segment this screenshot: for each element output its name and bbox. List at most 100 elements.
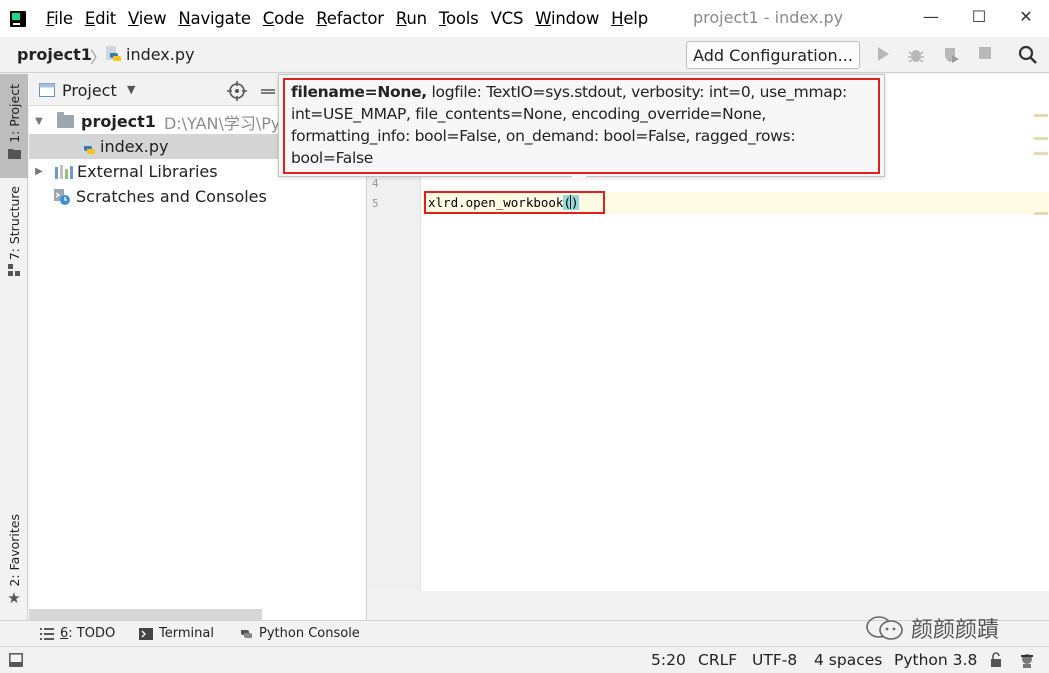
parameter-info-text: filename=None, logfile: TextIO=sys.stdou… <box>291 81 881 169</box>
pycharm-logo-icon <box>10 10 26 27</box>
tree-root-path: D:\YAN\学习\Pyt <box>163 113 287 133</box>
close-button[interactable]: ✕ <box>1003 0 1049 32</box>
code-highlight-box <box>424 191 605 214</box>
error-stripe-marker[interactable] <box>1034 152 1048 155</box>
menu-code[interactable]: Code <box>257 9 310 28</box>
wechat-watermark: 颜颜颜蹟 <box>865 612 999 644</box>
python-interpreter[interactable]: Python 3.8 <box>894 651 977 669</box>
star-icon: ★ <box>7 588 21 607</box>
menu-mnemonic: N <box>178 9 191 28</box>
horizontal-scrollbar[interactable] <box>29 609 262 620</box>
tree-external-label: External Libraries <box>77 162 218 181</box>
breadcrumb-separator-icon: 〉 <box>90 48 107 67</box>
file-encoding[interactable]: UTF-8 <box>752 651 797 669</box>
folder-icon <box>7 148 21 159</box>
line-number: 5 <box>372 197 379 210</box>
terminal-tab-label: Terminal <box>159 626 214 641</box>
menu-window[interactable]: Window <box>529 9 605 28</box>
python-icon <box>241 629 252 638</box>
error-stripe-marker[interactable] <box>1034 137 1048 140</box>
menu-navigate[interactable]: Navigate <box>172 9 256 28</box>
menu-refactor[interactable]: Refactor <box>310 9 390 28</box>
lock-icon[interactable] <box>988 652 1004 668</box>
menu-mnemonic: R <box>316 9 327 28</box>
current-parameter: filename=None, <box>291 83 427 101</box>
tree-file-name: index.py <box>100 137 169 156</box>
navigation-bar: project1 〉 index.py Add Configuration... <box>0 37 1049 73</box>
menu-view[interactable]: View <box>122 9 172 28</box>
project-tool-tab[interactable]: 1: Project <box>0 74 28 178</box>
error-stripe-marker[interactable] <box>1034 212 1048 215</box>
list-icon <box>40 627 54 640</box>
search-icon[interactable] <box>1018 45 1038 65</box>
menu-label: efactor <box>326 9 384 28</box>
breadcrumb-file[interactable]: index.py <box>126 45 194 64</box>
maximize-button[interactable]: ☐ <box>956 0 1002 32</box>
coverage-icon[interactable] <box>942 46 960 64</box>
project-tool-tab-label: 1: Project <box>6 84 22 143</box>
menu-label: indow <box>551 9 600 28</box>
structure-icon <box>8 264 20 277</box>
structure-tool-tab-label: 7: Structure <box>6 186 22 261</box>
terminal-tab[interactable]: Terminal <box>139 626 214 641</box>
menu-edit[interactable]: Edit <box>79 9 122 28</box>
inspector-icon[interactable] <box>1018 651 1036 669</box>
python-console-tab[interactable]: Python Console <box>239 626 360 641</box>
left-tool-strip: 1: Project 7: Structure 2: Favorites ★ <box>0 74 28 620</box>
menu-label: dit <box>95 9 116 28</box>
menu-mnemonic: V <box>128 9 139 28</box>
python-file-icon <box>105 46 122 67</box>
tooltip-pointer <box>571 176 587 184</box>
tree-root-name: project1 <box>81 112 156 131</box>
toggle-tool-windows-icon[interactable] <box>9 653 23 667</box>
menu-run[interactable]: Run <box>390 9 433 28</box>
wechat-icon <box>866 616 903 640</box>
menu-bar: File Edit View Navigate Code Refactor Run Tools… <box>40 9 654 28</box>
cursor-position[interactable]: 5:20 <box>651 651 686 669</box>
todo-tab[interactable]: 6: TODO <box>40 626 115 641</box>
menu-mnemonic: E <box>84 9 96 28</box>
window-title: project1 - index.py <box>693 8 844 27</box>
menu-vcs[interactable]: VCS <box>485 9 530 28</box>
breadcrumb-project[interactable]: project1 <box>17 45 92 64</box>
indent-setting[interactable]: 4 spaces <box>814 651 882 669</box>
locate-file-icon[interactable] <box>227 81 247 101</box>
menu-label: ile <box>54 9 73 28</box>
todo-tab-label: 6: TODO <box>60 626 115 641</box>
line-number: 4 <box>372 177 379 190</box>
menu-label: elp <box>623 9 648 28</box>
debug-icon[interactable] <box>907 46 925 64</box>
line-separator[interactable]: CRLF <box>698 651 737 669</box>
folder-icon <box>57 112 74 128</box>
python-file-icon <box>79 138 95 155</box>
run-icon[interactable] <box>874 46 892 64</box>
watermark-text: 颜颜颜蹟 <box>911 618 1000 643</box>
collapse-all-icon[interactable] <box>261 81 275 101</box>
stop-icon[interactable] <box>976 46 994 64</box>
menu-file[interactable]: File <box>40 9 79 28</box>
favorites-tool-tab[interactable]: 2: Favorites ★ <box>0 514 28 610</box>
favorites-tool-tab-label: 2: Favorites <box>6 514 22 587</box>
tree-collapsed-arrow-icon[interactable]: ▶ <box>32 166 46 177</box>
minimize-button[interactable]: — <box>908 0 954 32</box>
title-bar: File Edit View Navigate Code Refactor Run Tools… <box>0 0 1049 37</box>
menu-mnemonic: C <box>262 9 275 28</box>
menu-label: ode <box>274 9 305 28</box>
terminal-icon <box>139 627 153 640</box>
menu-label: VCS <box>490 9 524 28</box>
project-panel-title[interactable]: Project <box>62 81 117 100</box>
menu-mnemonic: R <box>395 9 407 28</box>
menu-mnemonic: T <box>438 9 446 28</box>
structure-tool-tab[interactable]: 7: Structure <box>0 186 28 286</box>
todo-tab-text: : TODO <box>68 626 116 641</box>
tree-item-scratches[interactable]: Scratches and Consoles <box>29 184 367 209</box>
menu-help[interactable]: Help <box>605 9 654 28</box>
library-icon <box>55 164 73 179</box>
error-stripe-marker[interactable] <box>1034 114 1048 117</box>
menu-tools[interactable]: Tools <box>433 9 485 28</box>
tree-expanded-arrow-icon[interactable]: ▼ <box>32 116 46 127</box>
add-configuration-button[interactable]: Add Configuration... <box>686 41 860 69</box>
menu-mnemonic: H <box>611 9 624 28</box>
chevron-down-icon[interactable]: ▼ <box>127 83 135 96</box>
project-view-icon <box>39 83 55 97</box>
